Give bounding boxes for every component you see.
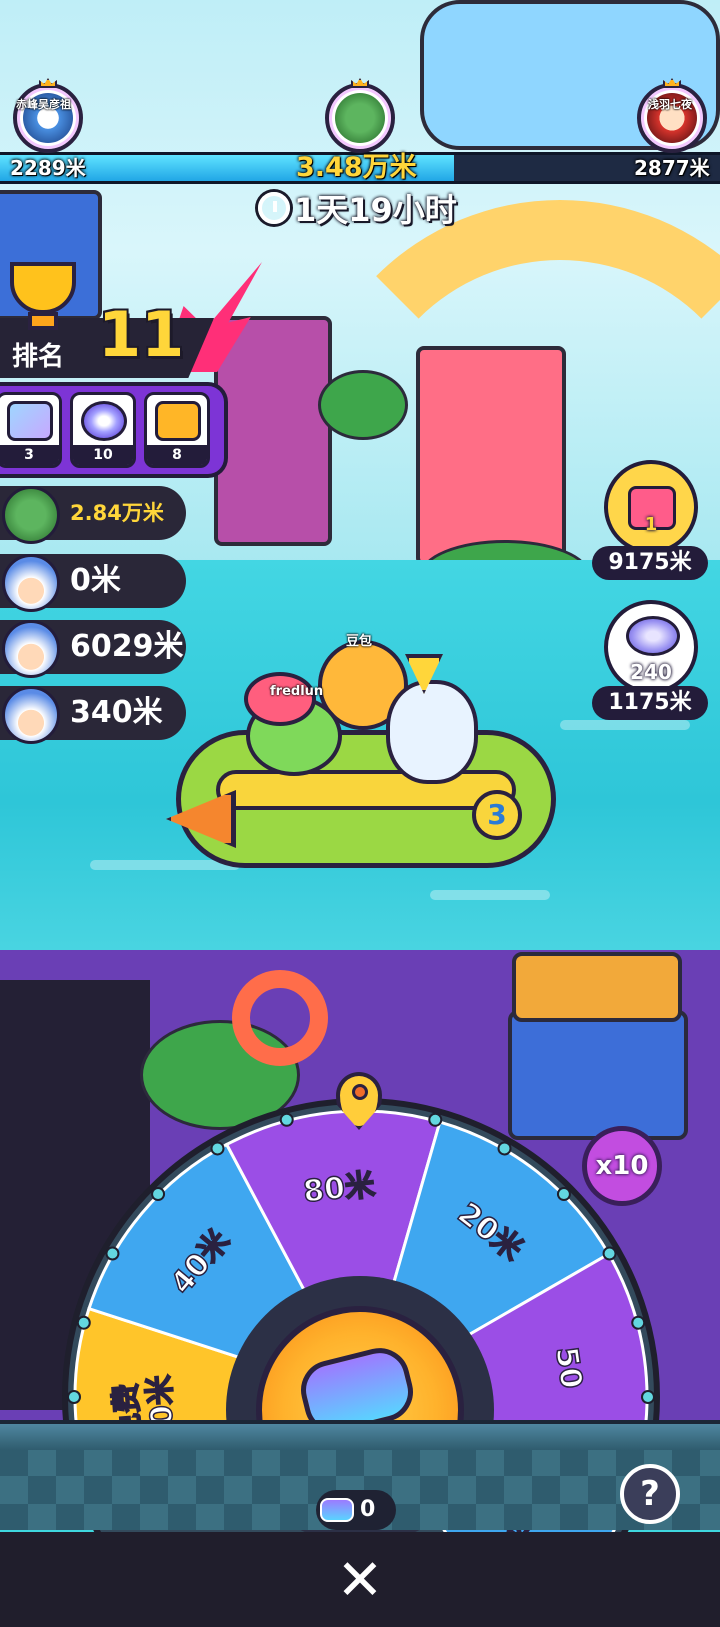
item-capsule[interactable]: 10 [70, 392, 136, 468]
rank-label: 排名 [12, 342, 65, 372]
rim-dot [602, 1246, 617, 1261]
close-button[interactable]: ✕ [334, 1553, 386, 1609]
rim-dot [279, 1112, 294, 1127]
ripple [560, 720, 690, 730]
ticket-icon [320, 1498, 354, 1522]
reward-gift-box[interactable]: 1 [604, 460, 698, 554]
orange-crate [512, 952, 682, 1022]
rim-dot [151, 1187, 166, 1202]
capsule-icon [81, 401, 127, 441]
trophy-cup [10, 262, 76, 314]
stopwatch-icon [258, 192, 290, 224]
bubble-orbs-icon [626, 616, 680, 656]
rim-dot [631, 1315, 646, 1330]
leaderboard-distance: 340米 [70, 695, 163, 730]
trophy-base [28, 312, 58, 330]
right-player-distance: 2877米 [634, 156, 710, 180]
item-count: 3 [0, 445, 59, 465]
reward-orbs[interactable]: 240 [604, 600, 698, 694]
item-ticket-card[interactable]: 8 [144, 392, 210, 468]
leaderboard-distance: 6029米 [70, 629, 184, 664]
reward-badge: 1 [644, 514, 658, 535]
bush [318, 370, 408, 440]
ice-character[interactable] [386, 680, 478, 784]
reward-badge: 240 [630, 660, 672, 684]
boat-number: 3 [472, 790, 522, 840]
ticket-count: 0 [360, 1497, 376, 1522]
help-button[interactable]: ? [620, 1464, 680, 1524]
item-count: 8 [147, 445, 207, 465]
leaderboard-distance: 0米 [70, 563, 121, 598]
spin-ticket-counter: 0 [316, 1490, 396, 1530]
trophy-icon [0, 262, 88, 334]
leaderboard-row[interactable]: 340米 [0, 686, 186, 744]
left-player-distance: 2289米 [10, 156, 86, 180]
bush-avatar [2, 486, 60, 544]
leaderboard-row[interactable]: 6029米 [0, 620, 186, 678]
wheel-segment-label: 80米 [302, 1167, 377, 1209]
item-count: 10 [73, 445, 133, 465]
player-name-tag: fredlun [270, 684, 324, 699]
water-tower [416, 346, 566, 566]
rim-dot [641, 1390, 655, 1404]
rim-dot [556, 1187, 571, 1202]
center-player-avatar[interactable] [325, 83, 395, 153]
rim-dot [76, 1315, 91, 1330]
leaderboard-row[interactable]: 0米 [0, 554, 186, 612]
ticket-card-icon [155, 401, 201, 441]
right-player-avatar[interactable] [637, 83, 707, 153]
bush-avatar-icon [335, 93, 385, 143]
item-mystery-box[interactable]: 3 [0, 392, 62, 468]
ripple [430, 890, 550, 900]
wheel-segment-label: 50 [548, 1345, 588, 1391]
floor-edge [0, 1420, 720, 1450]
inventory-panel: 3 10 8 [0, 382, 228, 478]
center-distance: 3.48万米 [296, 152, 417, 183]
mystery-box-icon [7, 401, 53, 441]
player-name-tag: 豆包 [346, 634, 373, 649]
rank-value: 11 [98, 298, 185, 371]
boy-avatar [2, 620, 60, 678]
leaderboard-distance: 2.84万米 [70, 501, 164, 525]
boat-stripe [216, 770, 516, 810]
reward-distance: 1175米 [592, 686, 708, 720]
rim-dot [497, 1141, 512, 1156]
life-ring [232, 970, 328, 1066]
boy-avatar [2, 554, 60, 612]
event-timer: 1天19小时 [258, 188, 457, 229]
rim-dot [67, 1390, 81, 1404]
boy-avatar [2, 686, 60, 744]
dragonfruit-hat [244, 672, 316, 726]
multiplier-x10-button[interactable]: x10 [582, 1126, 662, 1206]
left-player-avatar[interactable] [13, 83, 83, 153]
pink-slide [214, 316, 332, 546]
right-player-name: 浅羽七夜 [648, 98, 692, 111]
leaderboard-row[interactable]: 2.84万米 [0, 486, 186, 544]
left-player-name: 赤峰吴彦祖 [16, 98, 71, 111]
timer-text: 1天19小时 [294, 191, 457, 229]
rim-dot [428, 1112, 443, 1127]
reward-distance: 9175米 [592, 546, 708, 580]
rim-dot [105, 1246, 120, 1261]
pointer-dot [352, 1084, 368, 1100]
rim-dot [210, 1141, 225, 1156]
